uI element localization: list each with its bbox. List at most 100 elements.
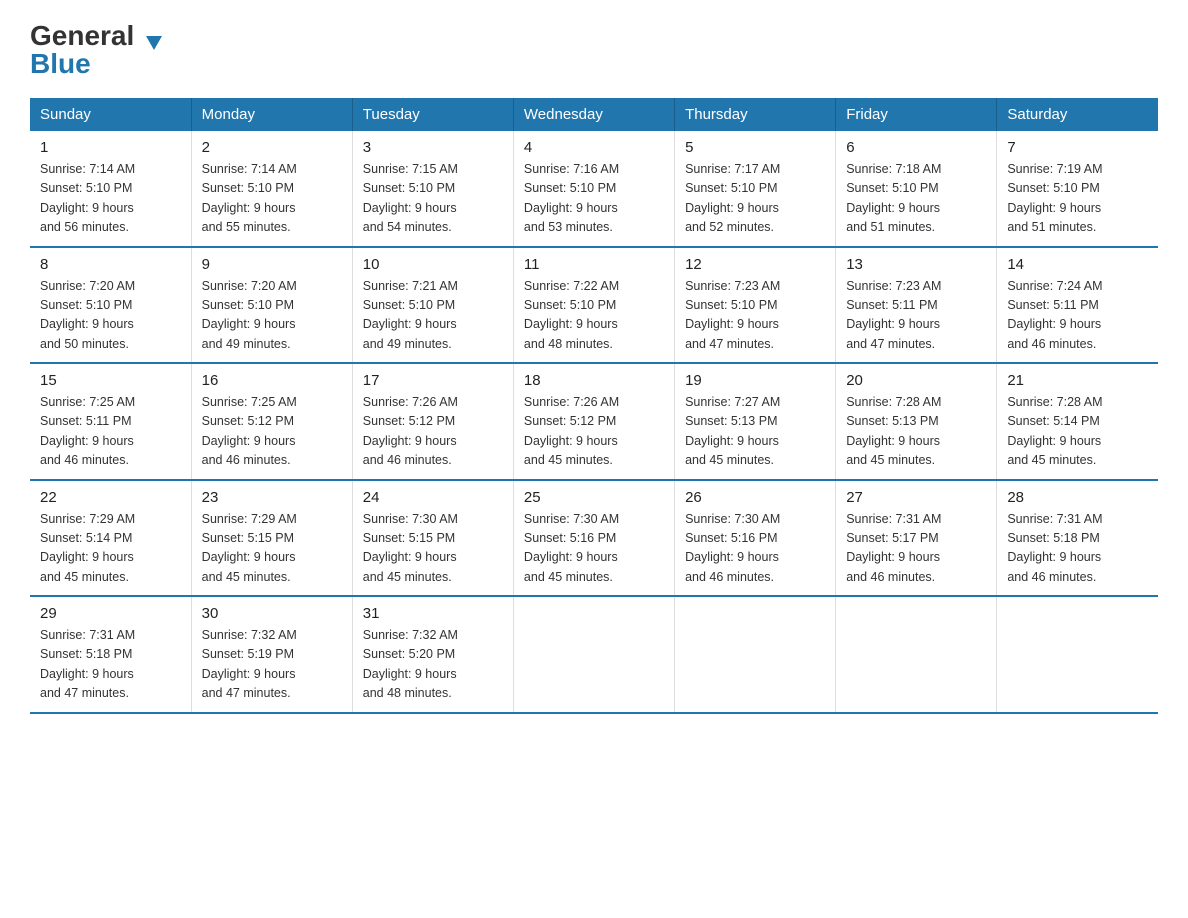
header-sunday: Sunday	[30, 98, 191, 131]
day-cell: 29Sunrise: 7:31 AMSunset: 5:18 PMDayligh…	[30, 596, 191, 713]
calendar-table: SundayMondayTuesdayWednesdayThursdayFrid…	[30, 98, 1158, 714]
header-monday: Monday	[191, 98, 352, 131]
day-info: Sunrise: 7:31 AMSunset: 5:18 PMDaylight:…	[40, 626, 181, 704]
day-cell: 10 Sunrise: 7:21 AMSunset: 5:10 PMDayligh…	[352, 247, 513, 364]
day-cell	[836, 596, 997, 713]
week-row-5: 29Sunrise: 7:31 AMSunset: 5:18 PMDayligh…	[30, 596, 1158, 713]
day-info: Sunrise: 7:21 AMSunset: 5:10 PMDaylight:…	[363, 277, 503, 355]
day-cell: 25 Sunrise: 7:30 AMSunset: 5:16 PMDayligh…	[513, 480, 674, 597]
day-cell: 12 Sunrise: 7:23 AMSunset: 5:10 PMDayligh…	[675, 247, 836, 364]
calendar-header-row: SundayMondayTuesdayWednesdayThursdayFrid…	[30, 98, 1158, 131]
day-info: Sunrise: 7:25 AMSunset: 5:12 PMDaylight:…	[202, 393, 342, 471]
day-info: Sunrise: 7:16 AMSunset: 5:10 PMDaylight:…	[524, 160, 664, 238]
day-number: 11	[524, 256, 664, 273]
day-number: 14	[1007, 256, 1148, 273]
day-number: 21	[1007, 372, 1148, 389]
day-info: Sunrise: 7:17 AMSunset: 5:10 PMDaylight:…	[685, 160, 825, 238]
header-wednesday: Wednesday	[513, 98, 674, 131]
day-number: 16	[202, 372, 342, 389]
header-saturday: Saturday	[997, 98, 1158, 131]
day-info: Sunrise: 7:32 AMSunset: 5:20 PMDaylight:…	[363, 626, 503, 704]
day-info: Sunrise: 7:28 AMSunset: 5:13 PMDaylight:…	[846, 393, 986, 471]
day-cell: 8 Sunrise: 7:20 AMSunset: 5:10 PMDaylight…	[30, 247, 191, 364]
week-row-1: 1 Sunrise: 7:14 AMSunset: 5:10 PMDaylight…	[30, 131, 1158, 247]
day-cell: 6 Sunrise: 7:18 AMSunset: 5:10 PMDaylight…	[836, 131, 997, 247]
day-number: 25	[524, 489, 664, 506]
day-cell: 16 Sunrise: 7:25 AMSunset: 5:12 PMDayligh…	[191, 363, 352, 480]
day-number: 2	[202, 139, 342, 156]
day-cell: 18 Sunrise: 7:26 AMSunset: 5:12 PMDayligh…	[513, 363, 674, 480]
day-number: 3	[363, 139, 503, 156]
day-info: Sunrise: 7:25 AMSunset: 5:11 PMDaylight:…	[40, 393, 181, 471]
day-number: 28	[1007, 489, 1148, 506]
day-info: Sunrise: 7:27 AMSunset: 5:13 PMDaylight:…	[685, 393, 825, 471]
day-cell: 24 Sunrise: 7:30 AMSunset: 5:15 PMDayligh…	[352, 480, 513, 597]
day-info: Sunrise: 7:23 AMSunset: 5:10 PMDaylight:…	[685, 277, 825, 355]
day-cell: 2 Sunrise: 7:14 AMSunset: 5:10 PMDaylight…	[191, 131, 352, 247]
logo-blue: Blue	[30, 48, 91, 80]
day-cell: 1 Sunrise: 7:14 AMSunset: 5:10 PMDaylight…	[30, 131, 191, 247]
day-number: 19	[685, 372, 825, 389]
day-cell: 21 Sunrise: 7:28 AMSunset: 5:14 PMDayligh…	[997, 363, 1158, 480]
day-number: 10	[363, 256, 503, 273]
day-cell: 4 Sunrise: 7:16 AMSunset: 5:10 PMDaylight…	[513, 131, 674, 247]
day-number: 7	[1007, 139, 1148, 156]
day-info: Sunrise: 7:29 AMSunset: 5:14 PMDaylight:…	[40, 510, 181, 588]
day-number: 4	[524, 139, 664, 156]
day-info: Sunrise: 7:18 AMSunset: 5:10 PMDaylight:…	[846, 160, 986, 238]
day-number: 23	[202, 489, 342, 506]
day-number: 20	[846, 372, 986, 389]
day-info: Sunrise: 7:20 AMSunset: 5:10 PMDaylight:…	[202, 277, 342, 355]
day-cell	[997, 596, 1158, 713]
day-info: Sunrise: 7:31 AMSunset: 5:17 PMDaylight:…	[846, 510, 986, 588]
day-info: Sunrise: 7:26 AMSunset: 5:12 PMDaylight:…	[524, 393, 664, 471]
day-number: 13	[846, 256, 986, 273]
day-cell: 17 Sunrise: 7:26 AMSunset: 5:12 PMDayligh…	[352, 363, 513, 480]
day-info: Sunrise: 7:20 AMSunset: 5:10 PMDaylight:…	[40, 277, 181, 355]
day-number: 9	[202, 256, 342, 273]
week-row-4: 22 Sunrise: 7:29 AMSunset: 5:14 PMDayligh…	[30, 480, 1158, 597]
day-cell: 14 Sunrise: 7:24 AMSunset: 5:11 PMDayligh…	[997, 247, 1158, 364]
day-info: Sunrise: 7:28 AMSunset: 5:14 PMDaylight:…	[1007, 393, 1148, 471]
week-row-3: 15 Sunrise: 7:25 AMSunset: 5:11 PMDayligh…	[30, 363, 1158, 480]
header-tuesday: Tuesday	[352, 98, 513, 131]
day-cell	[513, 596, 674, 713]
day-info: Sunrise: 7:26 AMSunset: 5:12 PMDaylight:…	[363, 393, 503, 471]
day-info: Sunrise: 7:14 AMSunset: 5:10 PMDaylight:…	[40, 160, 181, 238]
day-info: Sunrise: 7:15 AMSunset: 5:10 PMDaylight:…	[363, 160, 503, 238]
day-number: 1	[40, 139, 181, 156]
day-number: 22	[40, 489, 181, 506]
day-cell: 26Sunrise: 7:30 AMSunset: 5:16 PMDayligh…	[675, 480, 836, 597]
day-number: 6	[846, 139, 986, 156]
day-cell: 27 Sunrise: 7:31 AMSunset: 5:17 PMDayligh…	[836, 480, 997, 597]
day-number: 12	[685, 256, 825, 273]
day-number: 27	[846, 489, 986, 506]
day-number: 17	[363, 372, 503, 389]
day-info: Sunrise: 7:30 AMSunset: 5:16 PMDaylight:…	[524, 510, 664, 588]
day-cell: 15 Sunrise: 7:25 AMSunset: 5:11 PMDayligh…	[30, 363, 191, 480]
logo: General Blue	[30, 20, 146, 80]
day-number: 31	[363, 605, 503, 622]
day-info: Sunrise: 7:29 AMSunset: 5:15 PMDaylight:…	[202, 510, 342, 588]
day-info: Sunrise: 7:24 AMSunset: 5:11 PMDaylight:…	[1007, 277, 1148, 355]
day-cell: 19 Sunrise: 7:27 AMSunset: 5:13 PMDayligh…	[675, 363, 836, 480]
day-number: 24	[363, 489, 503, 506]
day-number: 18	[524, 372, 664, 389]
day-number: 15	[40, 372, 181, 389]
day-cell: 7Sunrise: 7:19 AMSunset: 5:10 PMDaylight…	[997, 131, 1158, 247]
header-friday: Friday	[836, 98, 997, 131]
day-number: 26	[685, 489, 825, 506]
day-cell: 13 Sunrise: 7:23 AMSunset: 5:11 PMDayligh…	[836, 247, 997, 364]
day-info: Sunrise: 7:22 AMSunset: 5:10 PMDaylight:…	[524, 277, 664, 355]
day-cell: 22 Sunrise: 7:29 AMSunset: 5:14 PMDayligh…	[30, 480, 191, 597]
day-cell: 9 Sunrise: 7:20 AMSunset: 5:10 PMDaylight…	[191, 247, 352, 364]
day-info: Sunrise: 7:30 AMSunset: 5:15 PMDaylight:…	[363, 510, 503, 588]
day-number: 8	[40, 256, 181, 273]
day-number: 30	[202, 605, 342, 622]
day-cell: 31 Sunrise: 7:32 AMSunset: 5:20 PMDayligh…	[352, 596, 513, 713]
day-info: Sunrise: 7:23 AMSunset: 5:11 PMDaylight:…	[846, 277, 986, 355]
day-info: Sunrise: 7:14 AMSunset: 5:10 PMDaylight:…	[202, 160, 342, 238]
day-cell	[675, 596, 836, 713]
page-header: General Blue	[30, 20, 1158, 80]
day-cell: 5Sunrise: 7:17 AMSunset: 5:10 PMDaylight…	[675, 131, 836, 247]
